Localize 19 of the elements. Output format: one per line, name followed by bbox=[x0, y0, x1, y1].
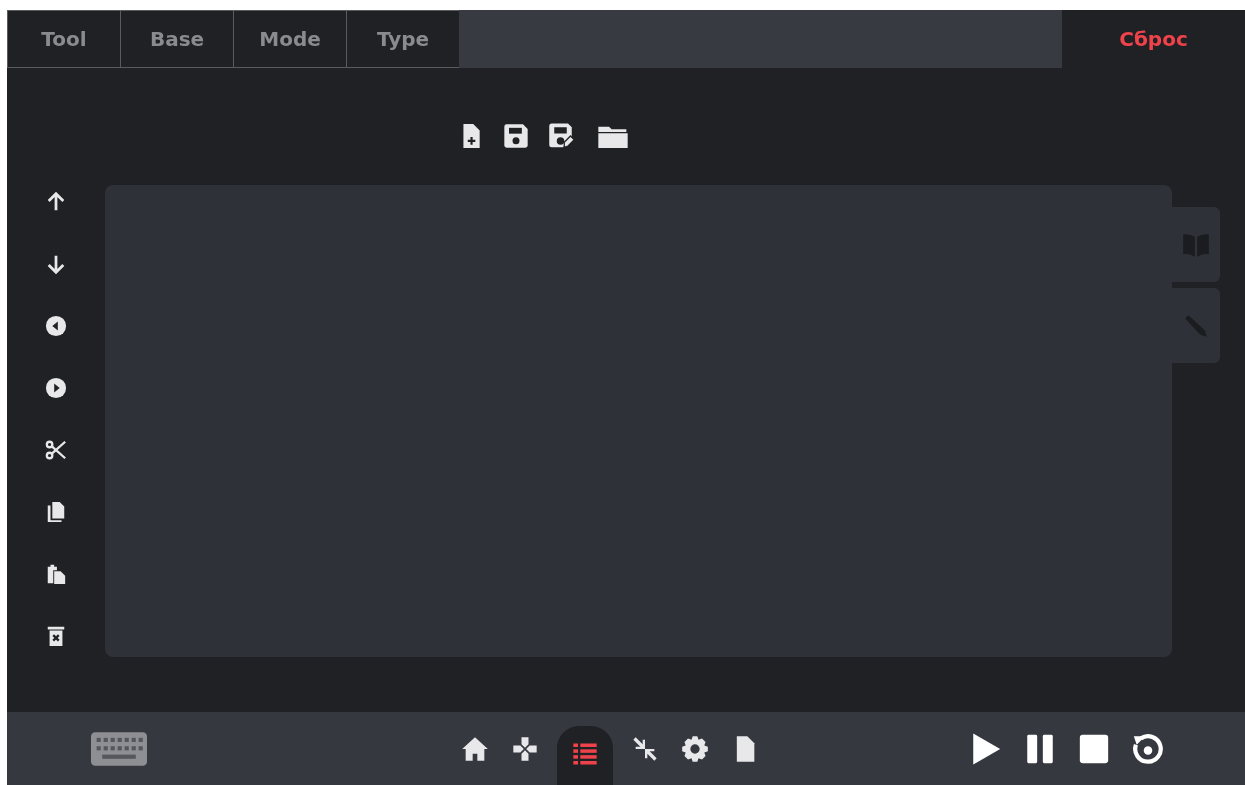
dpad-icon bbox=[511, 734, 539, 763]
up-arrow-icon[interactable] bbox=[45, 191, 67, 213]
paste-icon[interactable] bbox=[45, 563, 67, 585]
tab[interactable]: Type bbox=[346, 10, 460, 68]
settings-icon bbox=[681, 734, 709, 763]
delete-icon[interactable] bbox=[45, 625, 67, 647]
tab[interactable]: Tool bbox=[7, 10, 121, 68]
nav-tab[interactable] bbox=[557, 725, 613, 785]
left-circle-icon[interactable] bbox=[45, 315, 67, 337]
tab[interactable]: Base bbox=[120, 10, 234, 68]
cut-icon[interactable] bbox=[45, 439, 67, 461]
reset-button[interactable]: Сброс bbox=[1062, 10, 1245, 68]
keyboard-icon[interactable] bbox=[91, 731, 147, 766]
right-circle-icon[interactable] bbox=[45, 377, 67, 399]
down-arrow-icon[interactable] bbox=[45, 253, 67, 275]
compress-icon bbox=[631, 734, 659, 763]
tab[interactable]: Mode bbox=[233, 10, 347, 68]
copy-icon[interactable] bbox=[45, 501, 67, 523]
pencil-icon bbox=[1183, 312, 1209, 339]
